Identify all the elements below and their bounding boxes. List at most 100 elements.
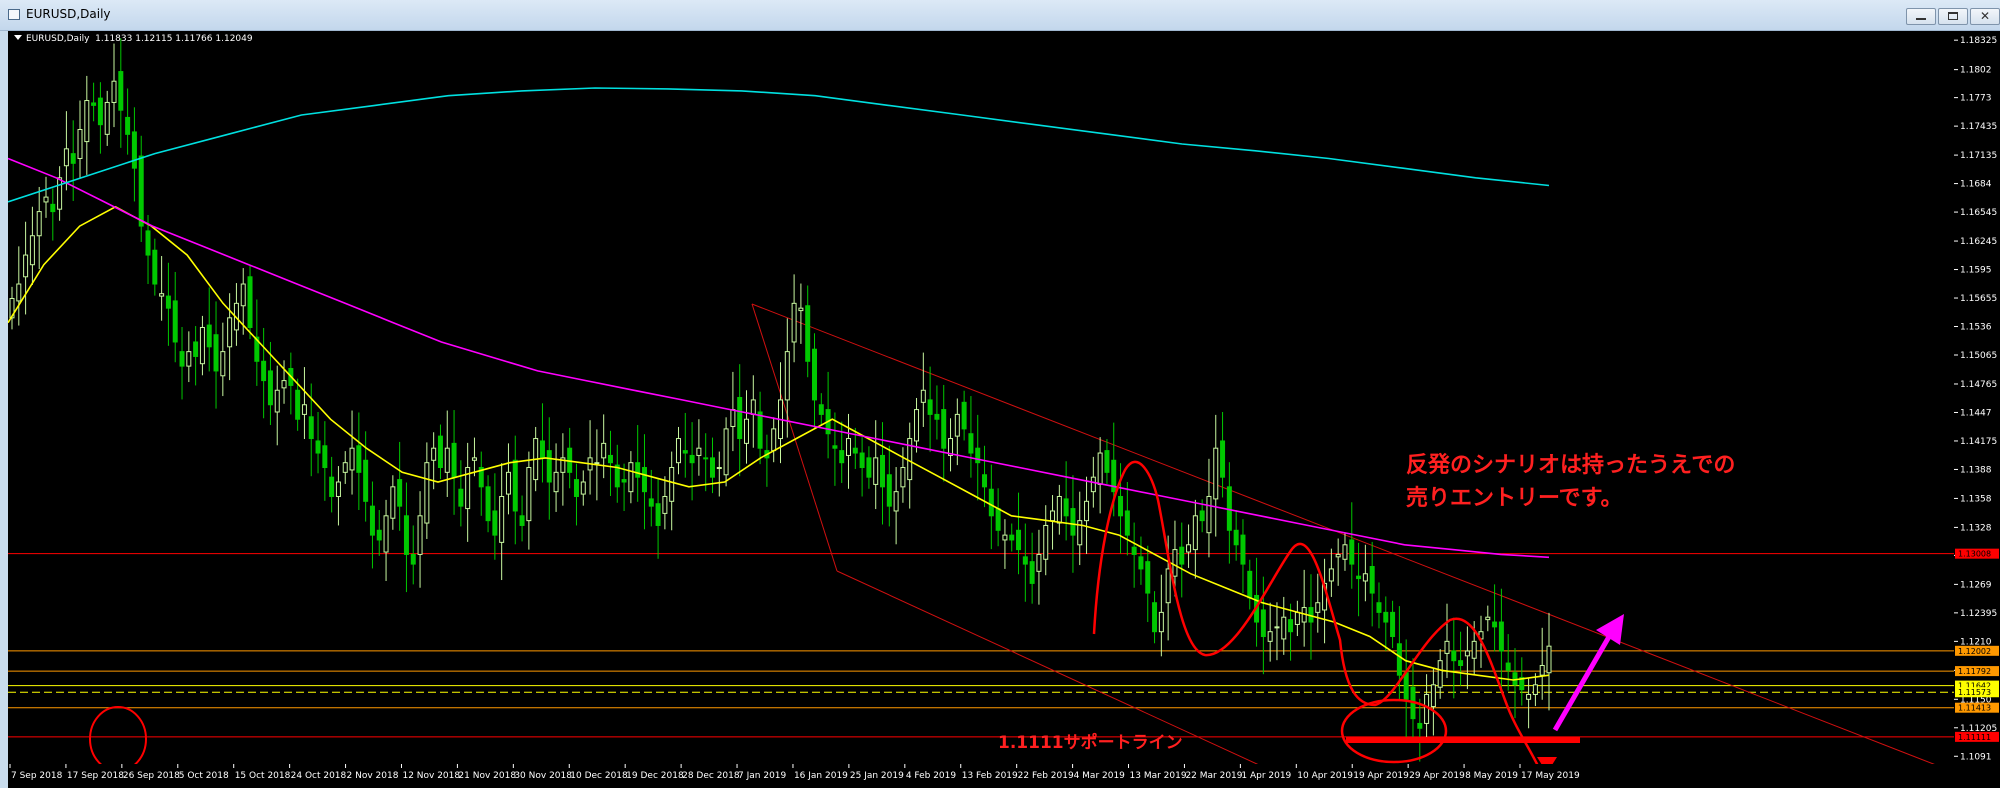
candle-body bbox=[846, 438, 852, 456]
candle-body bbox=[696, 447, 702, 456]
candle-body bbox=[349, 447, 355, 471]
date-tick-label: 10 Apr 2019 bbox=[1297, 771, 1353, 781]
price-tick-label: 1.1358 bbox=[1960, 494, 1992, 504]
candle-body bbox=[914, 409, 920, 442]
candle-body bbox=[1281, 616, 1287, 640]
candle-body bbox=[900, 467, 906, 488]
candle-body bbox=[1172, 549, 1178, 577]
candle-body bbox=[832, 445, 838, 449]
candle-body bbox=[220, 351, 226, 377]
candle-body bbox=[213, 334, 219, 372]
candle-body bbox=[1444, 640, 1450, 654]
candle-body bbox=[342, 462, 348, 473]
candle-body bbox=[1240, 534, 1246, 565]
candle-body bbox=[57, 177, 63, 210]
price-tick-label: 1.15065 bbox=[1960, 351, 1997, 361]
date-tick-label: 10 Dec 2018 bbox=[570, 771, 628, 781]
date-tick-label: 21 Nov 2018 bbox=[458, 771, 516, 781]
candle-body bbox=[410, 553, 416, 565]
candle-body bbox=[1376, 602, 1382, 613]
candle-body bbox=[227, 317, 233, 348]
candle-body bbox=[152, 249, 158, 285]
candle-body bbox=[1247, 570, 1253, 599]
candle-body bbox=[1002, 534, 1008, 541]
moving-average-line bbox=[8, 87, 1550, 203]
candle-body bbox=[1050, 510, 1056, 522]
date-tick-label: 13 Feb 2019 bbox=[962, 771, 1018, 781]
candle-body bbox=[485, 486, 491, 522]
price-tick-label: 1.1595 bbox=[1960, 266, 1992, 276]
candle-body bbox=[852, 447, 858, 454]
date-tick-label: 16 Jan 2019 bbox=[794, 771, 848, 781]
date-tick-label: 1 Apr 2019 bbox=[1241, 771, 1291, 781]
chart-canvas: 1.18325 1.1802 1.1773 1.17435 1.17135 1.1684 1… bbox=[8, 36, 1999, 781]
candle-body bbox=[97, 97, 103, 126]
candle-body bbox=[451, 442, 457, 478]
candle-body bbox=[1274, 626, 1280, 629]
candle-body bbox=[1390, 611, 1396, 638]
candle-body bbox=[1022, 556, 1028, 565]
up-arrow-shaft bbox=[1552, 633, 1613, 732]
candle-body bbox=[315, 440, 321, 454]
candle-body bbox=[111, 80, 117, 103]
candle-body bbox=[63, 148, 69, 167]
candle-body bbox=[839, 450, 845, 464]
candle-body bbox=[492, 510, 498, 536]
candle-body bbox=[505, 471, 511, 495]
candle-body bbox=[750, 399, 756, 415]
price-marker-label: 1.13008 bbox=[1958, 550, 1991, 559]
candle-body bbox=[240, 283, 246, 307]
candle-body bbox=[628, 462, 634, 493]
price-tick-label: 1.1684 bbox=[1960, 180, 1992, 190]
candle-body bbox=[982, 474, 988, 488]
price-tick-label: 1.1091 bbox=[1960, 752, 1992, 762]
candle-body bbox=[1179, 546, 1185, 565]
chart-symbol-label: EURUSD,Daily bbox=[26, 34, 90, 44]
candle-body bbox=[36, 211, 42, 237]
candle-body bbox=[1158, 611, 1164, 633]
date-tick-label: 17 Sep 2018 bbox=[67, 771, 124, 781]
date-tick-label: 28 Dec 2018 bbox=[682, 771, 740, 781]
support-line-label: 1.1111サポートライン bbox=[998, 733, 1183, 753]
candle-body bbox=[43, 196, 49, 203]
candle-body bbox=[641, 467, 647, 493]
candle-body bbox=[512, 459, 518, 512]
chart-header: EURUSD,Daily 1.11833 1.12115 1.11766 1.1… bbox=[14, 34, 253, 44]
candle-body bbox=[1342, 544, 1348, 560]
price-tick-label: 1.17435 bbox=[1960, 122, 1997, 132]
candle-body bbox=[1138, 556, 1144, 570]
candle-body bbox=[471, 457, 477, 461]
candle-body bbox=[1437, 660, 1443, 688]
price-tick-label: 1.14765 bbox=[1960, 380, 1997, 390]
channel-upper-line bbox=[751, 303, 1935, 764]
candle-body bbox=[193, 341, 199, 357]
candle-body bbox=[1029, 561, 1035, 584]
candle-body bbox=[1165, 568, 1171, 604]
candle-body bbox=[662, 495, 668, 514]
candle-body bbox=[295, 389, 301, 420]
candle-body bbox=[873, 457, 879, 485]
candle-body bbox=[655, 503, 661, 526]
date-tick-label: 12 Nov 2018 bbox=[402, 771, 460, 781]
ohlc-readout: 1.11833 1.12115 1.11766 1.12049 bbox=[95, 34, 253, 44]
candle-body bbox=[91, 102, 97, 106]
candle-body bbox=[648, 498, 654, 507]
candle-body bbox=[689, 454, 695, 464]
candle-body bbox=[383, 515, 389, 553]
candle-body bbox=[1328, 568, 1334, 582]
candle-body bbox=[1471, 640, 1477, 659]
candle-body bbox=[437, 435, 443, 469]
candle-body bbox=[743, 418, 749, 444]
candle-body bbox=[1260, 609, 1266, 638]
price-marker-label: 1.11413 bbox=[1958, 704, 1991, 713]
candle-body bbox=[954, 413, 960, 437]
candle-body bbox=[893, 491, 899, 512]
candle-body bbox=[1206, 495, 1212, 534]
candle-body bbox=[635, 462, 641, 478]
date-tick-label: 30 Nov 2018 bbox=[514, 771, 572, 781]
annotation-line-1: 反発のシナリオは持ったうえでの bbox=[1406, 453, 1736, 478]
date-tick-label: 22 Feb 2019 bbox=[1018, 771, 1074, 781]
date-tick-label: 22 Mar 2019 bbox=[1185, 771, 1242, 781]
dropdown-triangle-icon[interactable] bbox=[14, 35, 22, 40]
candle-body bbox=[77, 129, 83, 159]
